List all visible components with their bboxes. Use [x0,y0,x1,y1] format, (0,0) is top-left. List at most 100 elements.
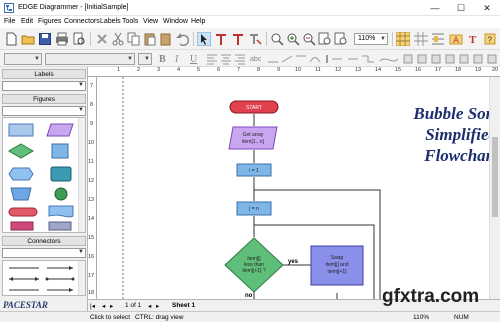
svg-text:T: T [469,34,477,46]
svg-text:j = n: j = n [248,206,259,212]
menu-window[interactable]: Window [163,18,188,25]
diagram-title-line-1: Bubble Sort [413,104,489,123]
grid-icon[interactable] [396,32,410,46]
label-t-icon[interactable]: T [466,32,480,46]
figure-terminator [8,207,38,217]
figure-document [48,205,74,218]
diagram-title-line-2: Simplified [425,125,489,144]
labels-combo[interactable]: ▼ [2,81,86,91]
chevron-down-icon: ▼ [78,82,84,88]
zoom-icon[interactable] [270,32,284,46]
chevron-down-icon: ▼ [34,56,40,62]
zoom-page-icon[interactable] [318,32,332,46]
text-edit-icon[interactable] [248,32,262,46]
font-select[interactable]: ▼ [45,53,135,65]
text-format-icon[interactable] [231,32,245,46]
connectors-header[interactable]: Connectors [2,236,86,246]
figures-scrollbar[interactable] [78,118,85,232]
prev-page-button[interactable]: ◂ [102,302,105,310]
figures-header[interactable]: Figures [2,94,86,104]
sheet-tab[interactable]: Sheet 1 [172,302,195,309]
labels-header[interactable]: Labels [2,69,86,79]
svg-text:START: START [246,105,262,111]
italic-button[interactable]: I [175,54,178,65]
status-num: NUM [454,314,469,321]
status-hint: Click to select [90,314,131,321]
open-folder-icon[interactable] [21,32,35,46]
svg-text:item[j] and: item[j] and [325,262,348,268]
first-page-button[interactable]: |◂ [90,302,95,310]
vertical-ruler: 7 8 9 10 11 12 13 14 15 16 17 18 [88,77,97,299]
connectors-palette [2,260,86,296]
figure-parallelogram [46,123,74,137]
menu-figures[interactable]: Figures [38,18,61,25]
chevron-down-icon: ▼ [144,56,150,62]
minimize-button[interactable]: — [422,0,448,16]
print-preview-icon[interactable] [72,32,86,46]
svg-text:item[j+1]: item[j+1] [327,269,347,275]
svg-text:A: A [453,35,459,45]
help-icon[interactable]: ? [483,32,497,46]
svg-text:item[j+1] ?: item[j+1] ? [242,268,265,274]
menu-labels[interactable]: Labels [100,18,121,25]
underline-button[interactable]: U [190,54,197,65]
title-bar: EDGE Diagrammer - [InitialSample] — ☐ ✕ [0,0,500,16]
svg-text:Swap: Swap [331,255,344,261]
next-page-button[interactable]: ▸ [110,302,113,310]
diagram-canvas[interactable]: START Get array item[1...n] i = 1 j = n … [97,77,489,299]
prev-sheet-button[interactable]: ◂ [148,302,151,310]
text-effect-button[interactable]: abc [250,56,261,63]
menu-tools[interactable]: Tools [122,18,138,25]
maximize-button[interactable]: ☐ [448,0,474,16]
delete-icon[interactable] [95,32,109,46]
chevron-down-icon: ▼ [127,56,133,62]
align-icons[interactable] [206,53,246,65]
bold-button[interactable]: B [159,54,166,65]
line-style-icons[interactable] [266,52,500,66]
cut-icon[interactable] [111,32,125,46]
zoom-width-icon[interactable] [334,32,348,46]
pacestar-logo: PACESTAR [3,300,48,310]
status-zoom: 110% [413,314,430,321]
font-size-select[interactable]: ▼ [138,53,152,65]
menu-help[interactable]: Help [191,18,205,25]
guides-icon[interactable] [431,32,445,46]
select-pointer-icon[interactable] [197,32,211,46]
figure-diamond [8,143,34,159]
zoom-select[interactable]: 110% ▼ [354,33,388,45]
save-icon[interactable] [38,32,52,46]
vertical-scroll-thumb[interactable] [492,137,498,217]
menu-edit[interactable]: Edit [21,18,33,25]
vertical-scrollbar[interactable] [489,77,500,299]
menu-bar: File Edit Figures Connectors Labels Tool… [0,16,500,28]
horizontal-ruler: 1 2 3 4 5 6 7 8 9 10 11 12 13 14 15 16 1… [88,67,500,77]
paste-special-icon[interactable] [159,32,173,46]
chevron-down-icon: ▼ [380,36,386,42]
label-a-icon[interactable]: A [449,32,463,46]
snap-grid-icon[interactable] [414,32,428,46]
menu-file[interactable]: File [4,18,15,25]
menu-connectors[interactable]: Connectors [64,18,100,25]
close-button[interactable]: ✕ [474,0,500,16]
menu-view[interactable]: View [143,18,158,25]
figures-combo[interactable]: ▼ [2,106,86,116]
undo-icon[interactable] [175,32,189,46]
watermark: gfxtra.com [382,286,480,307]
figures-palette [2,117,86,233]
style-select[interactable]: ▼ [4,53,42,65]
new-icon[interactable] [4,32,18,46]
next-sheet-button[interactable]: ▸ [156,302,159,310]
window-title: EDGE Diagrammer - [InitialSample] [18,4,129,11]
connectors-combo[interactable]: ▼ [2,248,86,258]
copy-icon[interactable] [127,32,141,46]
zoom-in-icon[interactable] [286,32,300,46]
figure-square [51,143,69,159]
diagram-title: Bubble Sort Simplified Flowchart [297,103,489,166]
print-icon[interactable] [55,32,69,46]
connectors-scrollbar[interactable] [78,261,85,295]
zoom-out-icon[interactable] [302,32,316,46]
status-bar: Click to select CTRL: drag view 110% NUM [0,311,500,322]
status-ctrl: CTRL: drag view [135,314,184,321]
text-tool-icon[interactable] [214,32,228,46]
paste-icon[interactable] [143,32,157,46]
